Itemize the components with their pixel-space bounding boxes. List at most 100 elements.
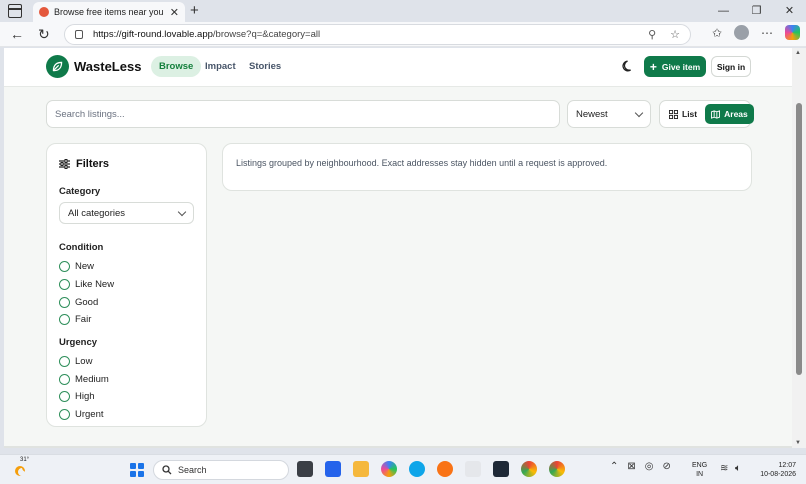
search-input[interactable] (46, 100, 560, 128)
condition-label: Condition (59, 242, 104, 253)
urgency-option-urgent[interactable]: Urgent (59, 406, 194, 424)
url-host: https://gift-round.lovable.app (93, 29, 213, 40)
filters-panel: Filters Category All categories Conditio… (46, 143, 207, 427)
copilot-app-icon[interactable] (381, 461, 397, 477)
condition-option-new[interactable]: New (59, 258, 194, 276)
sort-value: Newest (576, 108, 608, 120)
sign-in-button[interactable]: Sign in (711, 56, 751, 77)
start-windows-icon[interactable] (130, 463, 144, 477)
taskbar-search[interactable]: Search (153, 460, 289, 480)
sliders-icon (59, 159, 70, 169)
clock[interactable]: 12:07 10-08-2026 (752, 461, 796, 479)
leaf-logo-icon[interactable] (46, 55, 69, 78)
show-hidden-icons-chevron-icon[interactable]: ⌃ (610, 461, 618, 472)
sort-select[interactable]: Newest (567, 100, 651, 128)
nav-browse[interactable]: Browse (151, 56, 202, 77)
temperature: 31° (20, 457, 30, 463)
file-explorer-icon[interactable] (353, 461, 369, 477)
radio-button[interactable] (59, 409, 70, 421)
sync-icon[interactable]: ◎ (645, 461, 654, 472)
chrome-icon[interactable] (521, 461, 537, 477)
radio-button[interactable] (59, 373, 70, 385)
linux-app-icon[interactable] (465, 461, 481, 477)
task-view-icon[interactable] (297, 461, 313, 477)
app-icon[interactable] (437, 461, 453, 477)
category-label: Category (59, 186, 101, 197)
wifi-icon[interactable]: ≋ (720, 463, 728, 474)
site-info-icon[interactable] (75, 30, 83, 39)
view-toggle: List Areas (659, 100, 754, 128)
reload-icon[interactable]: ↻ (38, 26, 50, 43)
urgency-label: Urgency (59, 336, 98, 348)
radio-button[interactable] (59, 296, 70, 308)
condition-group: Condition New Like New Good Fair (59, 242, 194, 329)
edge-browser-icon[interactable] (409, 461, 425, 477)
site-header: WasteLess Browse Impact Stories + Give i… (4, 48, 792, 87)
view-list-label: List (682, 109, 698, 119)
taskbar-search-label: Search (178, 465, 207, 475)
scroll-down-icon[interactable]: ▼ (795, 440, 801, 446)
radio-button[interactable] (59, 314, 70, 326)
urgency-option-low[interactable]: Low (59, 353, 194, 371)
close-window-icon[interactable]: ✕ (773, 0, 806, 22)
web-page: WasteLess Browse Impact Stories + Give i… (4, 48, 792, 448)
brand-name[interactable]: WasteLess (74, 59, 141, 74)
view-list-button[interactable]: List (663, 104, 703, 124)
search-icon (162, 465, 172, 475)
condition-option-good[interactable]: Good (59, 293, 194, 311)
dark-mode-moon-icon[interactable] (621, 59, 635, 73)
url-path: /browse?q=&category=all (212, 29, 321, 40)
more-menu-icon[interactable]: ⋯ (761, 26, 773, 40)
condition-option-like-new[interactable]: Like New (59, 276, 194, 294)
copilot-icon[interactable] (785, 25, 800, 40)
chrome-profile-icon[interactable] (549, 461, 565, 477)
language-indicator[interactable]: ENG IN (692, 461, 707, 479)
map-icon (711, 109, 721, 119)
maximize-icon[interactable]: ❐ (740, 0, 773, 22)
scrollbar-thumb[interactable] (796, 103, 802, 375)
wifi-off-icon[interactable]: ⊘ (663, 461, 671, 472)
read-aloud-icon[interactable]: ⚲ (648, 28, 656, 41)
grid-icon (669, 109, 678, 119)
category-select[interactable]: All categories (59, 202, 194, 224)
tab-actions-icon[interactable] (8, 4, 22, 18)
weather-icon[interactable] (12, 461, 30, 479)
network-app-icon[interactable]: ⊠ (627, 461, 635, 472)
new-tab-icon[interactable]: + (190, 2, 199, 19)
radio-button[interactable] (59, 391, 70, 403)
tab-close-icon[interactable]: ✕ (170, 6, 179, 19)
radio-button[interactable] (59, 279, 70, 291)
view-areas-label: Areas (724, 109, 748, 119)
volume-icon[interactable]: 🔈︎ (735, 463, 741, 474)
browser-tabbar: Browse free items near you — Wa ✕ + — ❐ … (0, 0, 806, 22)
profile-avatar[interactable] (734, 25, 749, 40)
minimize-icon[interactable]: — (707, 0, 740, 22)
urgency-option-medium[interactable]: Medium (59, 370, 194, 388)
terminal-icon[interactable] (493, 461, 509, 477)
condition-option-fair[interactable]: Fair (59, 311, 194, 329)
areas-notice: Listings grouped by neighbourhood. Exact… (222, 143, 752, 191)
scroll-up-icon[interactable]: ▲ (795, 50, 801, 56)
store-icon[interactable] (325, 461, 341, 477)
back-icon[interactable]: ← (10, 26, 24, 42)
urgency-group: Urgency Low Medium High Urgent (59, 337, 194, 424)
nav-impact[interactable]: Impact (197, 56, 244, 77)
filters-title: Filters (76, 158, 110, 170)
taskbar: 31° Search ⌃ ⊠ ◎ ⊘ ENG IN ≋ 🔈︎ 12:07 10-… (0, 454, 806, 484)
favorites-icon[interactable]: ✩ (712, 26, 722, 40)
favorite-star-icon[interactable]: ☆ (670, 28, 680, 41)
radio-button[interactable] (59, 261, 70, 273)
page-scrollbar[interactable]: ▲ ▼ (792, 48, 806, 448)
browser-toolbar: ← ↻ https://gift-round.lovable.app/brows… (0, 22, 806, 47)
give-item-button[interactable]: + Give item (644, 56, 706, 77)
chevron-down-icon (177, 207, 187, 216)
view-areas-button[interactable]: Areas (705, 104, 754, 124)
favicon-icon (39, 7, 49, 17)
category-value: All categories (68, 207, 126, 219)
browser-tab[interactable]: Browse free items near you — Wa ✕ (33, 2, 185, 22)
address-bar[interactable]: https://gift-round.lovable.app/browse?q=… (64, 24, 691, 45)
tab-title: Browse free items near you — Wa (54, 7, 165, 17)
urgency-option-high[interactable]: High (59, 388, 194, 406)
radio-button[interactable] (59, 356, 70, 368)
nav-stories[interactable]: Stories (241, 56, 289, 77)
